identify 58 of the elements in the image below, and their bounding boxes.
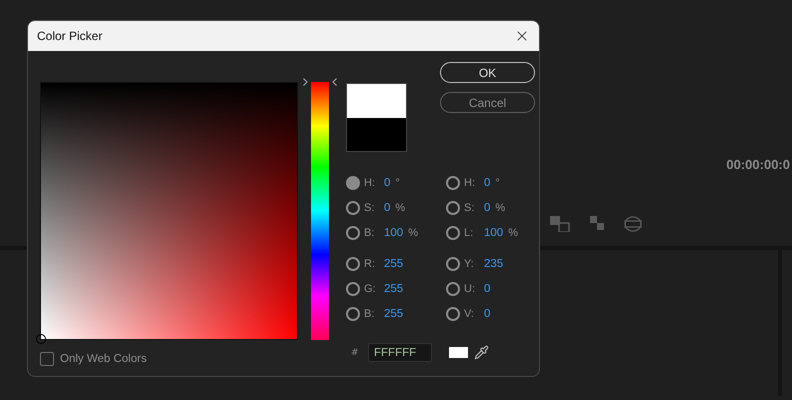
radio-button[interactable] — [346, 282, 360, 296]
radio-button[interactable] — [446, 226, 460, 240]
value-field[interactable]: 0 — [484, 176, 490, 188]
swap-icon[interactable] — [590, 216, 604, 230]
unit-label: ° — [495, 176, 500, 188]
unit-label: ° — [395, 176, 400, 188]
timecode: 00:00:00:0 — [726, 157, 790, 172]
hash-label: # — [351, 348, 360, 358]
value-field[interactable]: 255 — [384, 282, 404, 294]
radio-button[interactable] — [346, 226, 360, 240]
field-label: G: — [364, 282, 377, 294]
field-label: B: — [364, 226, 376, 238]
checkbox-label: Only Web Colors — [60, 353, 147, 365]
field-label: V: — [464, 308, 475, 320]
radio-button[interactable] — [346, 256, 360, 270]
radio-button[interactable] — [346, 306, 360, 320]
field-label: B: — [364, 308, 376, 320]
color-swatch — [449, 347, 468, 358]
field-label: S: — [464, 202, 476, 214]
radio-button[interactable] — [346, 176, 360, 190]
value-field[interactable]: 235 — [484, 258, 504, 270]
field-label: U: — [464, 282, 476, 294]
field-label: L: — [464, 226, 474, 238]
value-field[interactable]: 0 — [384, 176, 390, 188]
field-label: R: — [364, 258, 376, 270]
picker-handle[interactable] — [36, 334, 46, 344]
value-field[interactable]: 255 — [384, 258, 404, 270]
radio-button[interactable] — [446, 256, 460, 270]
value-field[interactable]: 255 — [384, 308, 404, 320]
field-label: H: — [364, 176, 376, 188]
value-field[interactable]: 0 — [484, 308, 490, 320]
cancel-button[interactable]: Cancel — [440, 92, 535, 113]
color-preview — [346, 83, 407, 152]
unit-label: % — [495, 202, 506, 214]
unit-label: % — [408, 226, 418, 238]
radio-button[interactable] — [346, 200, 360, 214]
unit-label: % — [508, 226, 518, 238]
radio-button[interactable] — [446, 306, 460, 320]
checkbox[interactable] — [40, 352, 54, 366]
window-title: Color Picker — [37, 29, 102, 43]
value-field[interactable]: 0 — [384, 202, 390, 214]
slider-thumb[interactable] — [303, 78, 337, 86]
value-field[interactable]: 100 — [384, 226, 404, 238]
value-field[interactable]: 100 — [484, 226, 504, 238]
field-label: H: — [464, 176, 476, 188]
hex-field[interactable]: FFFFFF — [368, 343, 432, 362]
unit-label: % — [395, 202, 406, 214]
field-label: S: — [364, 202, 376, 214]
ok-button[interactable]: OK — [440, 62, 535, 83]
radio-button[interactable] — [446, 176, 460, 190]
value-field[interactable]: 0 — [484, 202, 490, 214]
radio-button[interactable] — [446, 282, 460, 296]
radio-button[interactable] — [446, 200, 460, 214]
field-label: Y: — [464, 258, 475, 270]
film-frames-icon[interactable] — [550, 216, 570, 232]
frame-icon[interactable] — [624, 216, 642, 232]
eyedropper-icon[interactable] — [474, 345, 489, 360]
value-field[interactable]: 0 — [484, 282, 490, 294]
